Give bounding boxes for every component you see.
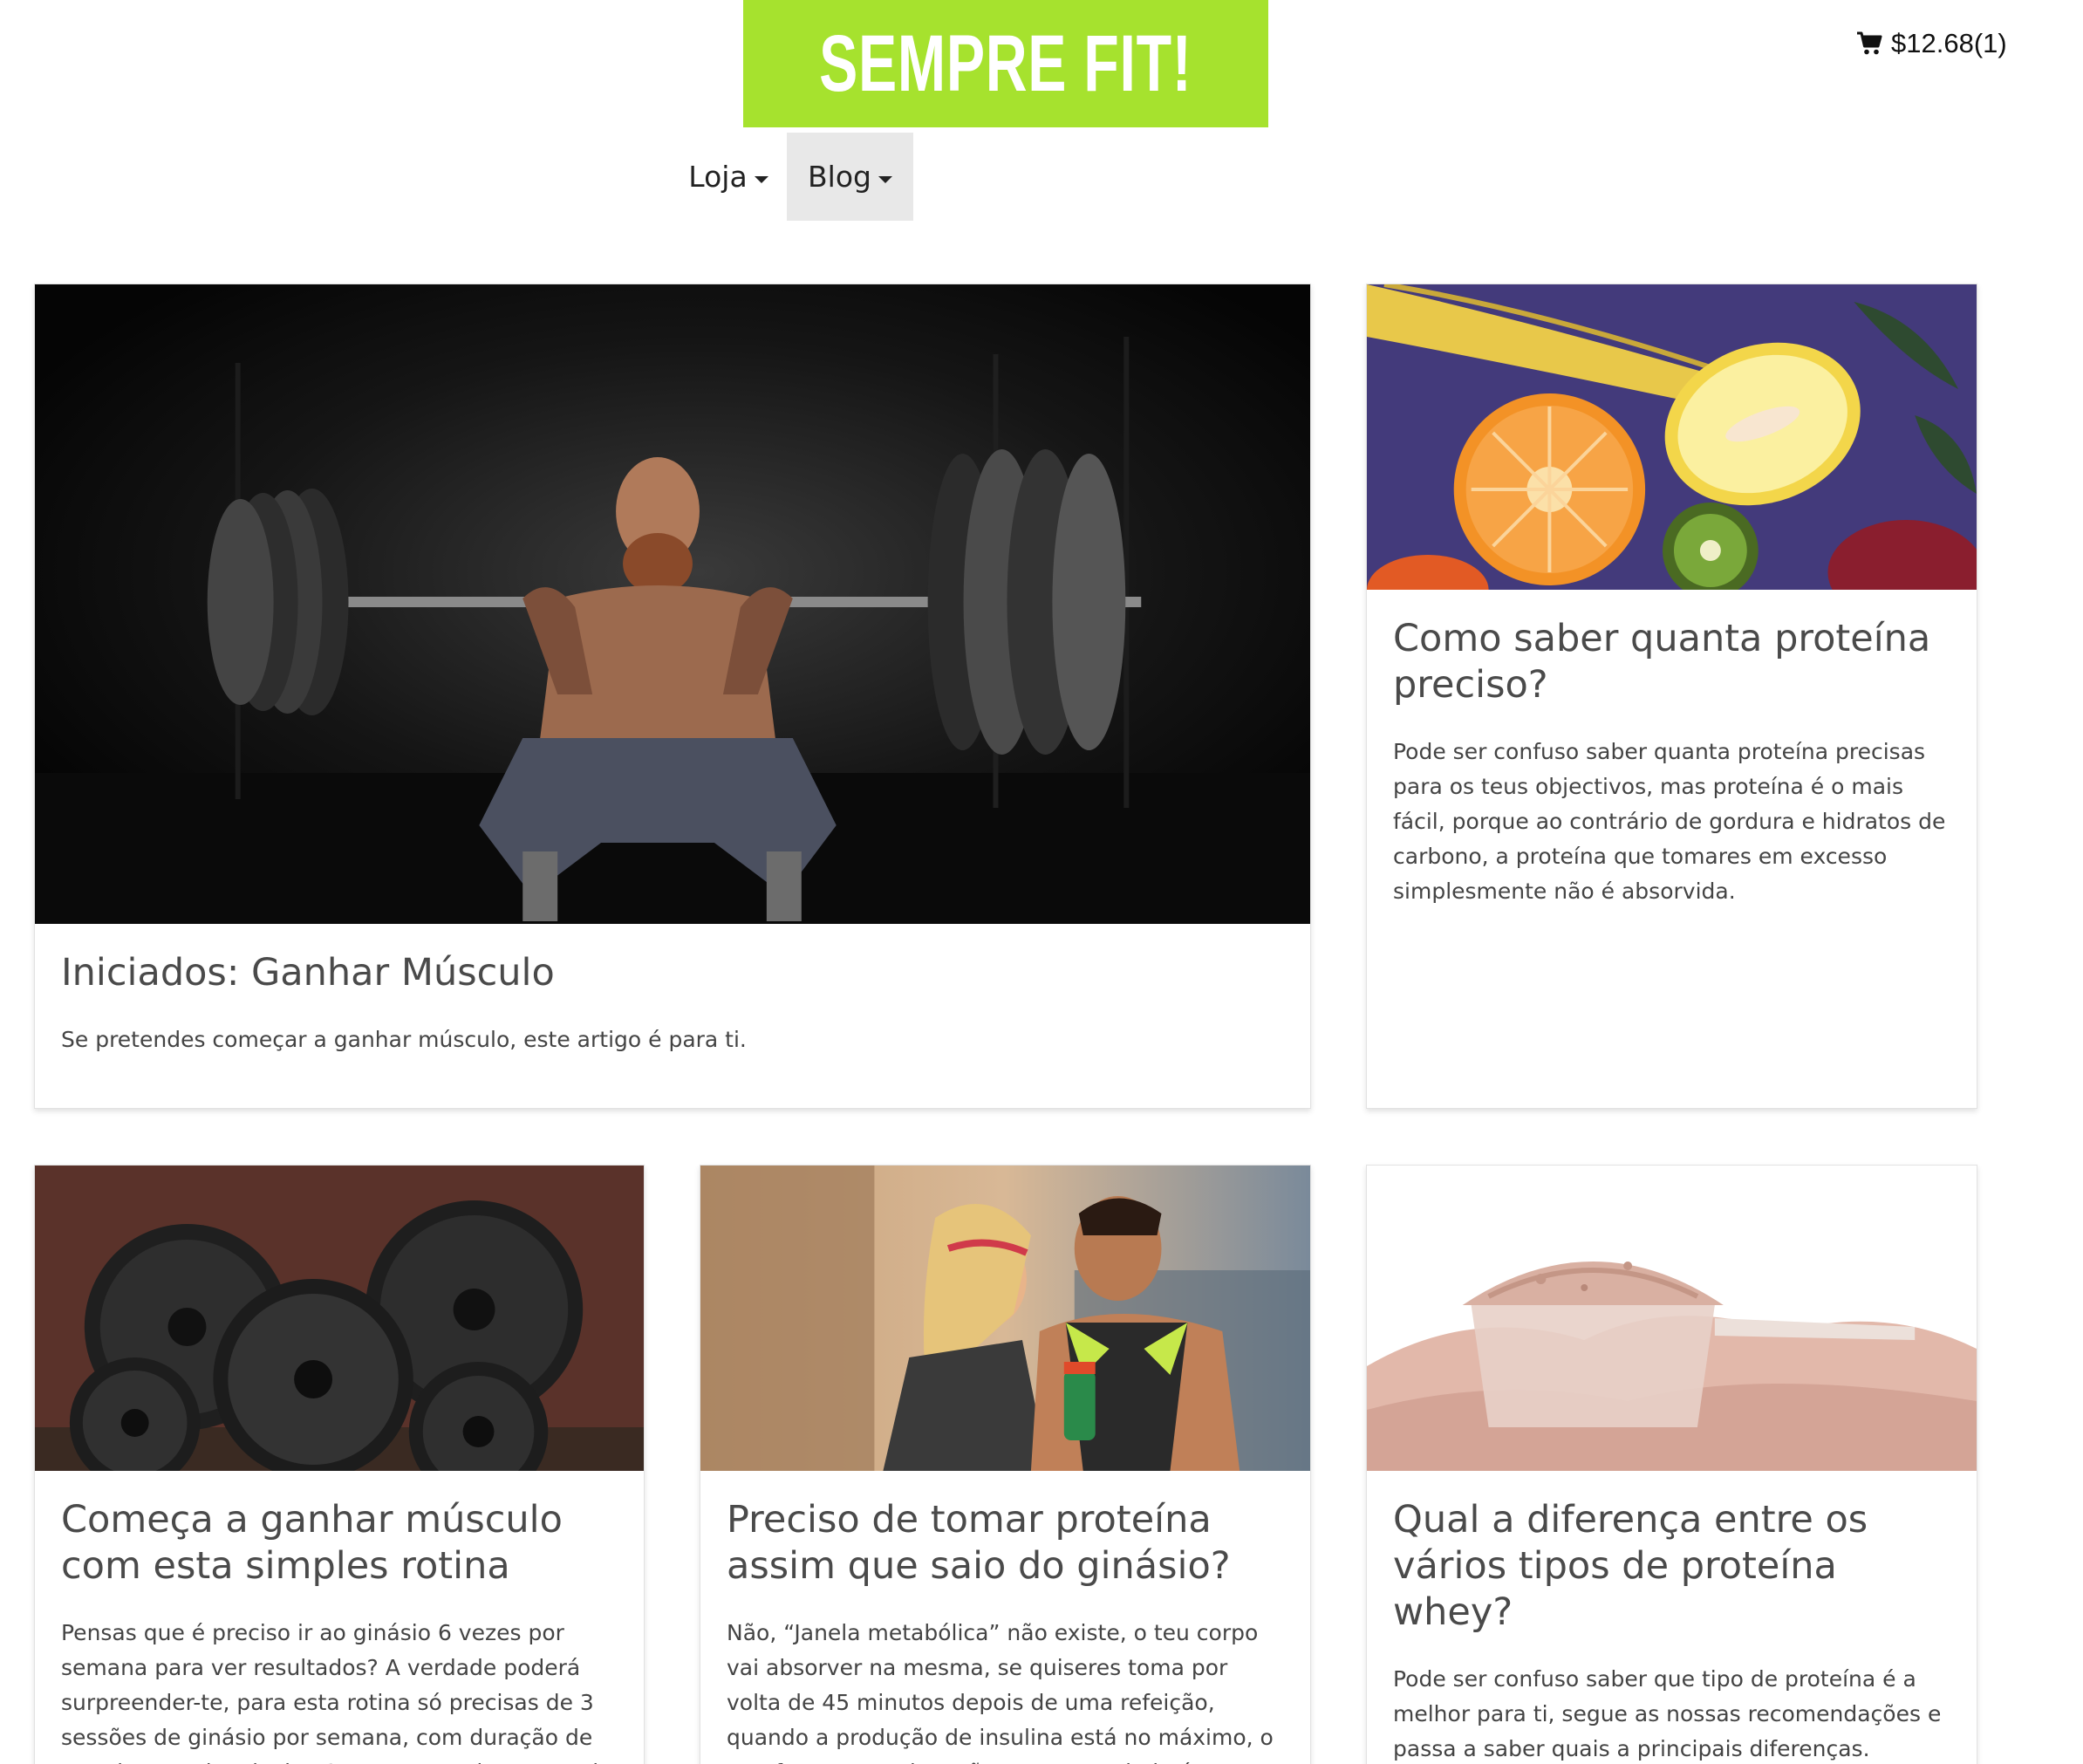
nav-item-label: Loja [688,160,748,194]
weight-plates-photo [35,1166,644,1471]
cart-button[interactable]: $12.68(1) [1856,26,2007,61]
fruit-halves-photo [1367,284,1977,590]
post-excerpt: Pode ser confuso saber quanta proteína p… [1393,739,1946,904]
post-title[interactable]: Começa a ganhar músculo com esta simples… [61,1497,618,1590]
nav-item-loja[interactable]: Loja [675,133,782,221]
couple-running-photo [700,1166,1310,1471]
blog-post-card[interactable]: Começa a ganhar músculo com esta simples… [34,1165,645,1764]
nav-item-blog[interactable]: Blog [787,133,913,221]
protein-powder-scoop-photo [1367,1166,1977,1471]
cart-total: $12.68 [1891,28,1974,58]
blog-post-card[interactable]: Iniciados: Ganhar Músculo Se pretendes c… [34,284,1311,1109]
logo-text: SEMPRE FIT! [819,18,1192,108]
site-logo[interactable]: SEMPRE FIT! [743,0,1268,127]
cart-count: (1) [1973,28,2007,58]
shopping-cart-icon [1857,31,1882,55]
post-excerpt: Pensas que é preciso ir ao ginásio 6 vez… [61,1620,608,1764]
caret-down-icon [878,175,892,183]
post-title[interactable]: Preciso de tomar proteína assim que saio… [727,1497,1284,1590]
post-excerpt: Se pretendes começar a ganhar músculo, e… [61,1027,747,1052]
caret-down-icon [754,175,768,183]
blog-post-card[interactable]: Preciso de tomar proteína assim que saio… [700,1165,1311,1764]
post-title[interactable]: Qual a diferença entre os vários tipos d… [1393,1497,1950,1636]
blog-post-card[interactable]: Como saber quanta proteína preciso? Pode… [1366,284,1977,1109]
blog-post-card[interactable]: Qual a diferença entre os vários tipos d… [1366,1165,1977,1764]
post-excerpt: Pode ser confuso saber que tipo de prote… [1393,1666,1942,1761]
weightlifter-squat-photo [35,284,1310,924]
post-title[interactable]: Como saber quanta proteína preciso? [1393,616,1950,708]
post-title[interactable]: Iniciados: Ganhar Músculo [61,950,1284,996]
post-excerpt: Não, “Janela metabólica” não existe, o t… [727,1620,1274,1764]
nav-item-label: Blog [808,160,871,194]
